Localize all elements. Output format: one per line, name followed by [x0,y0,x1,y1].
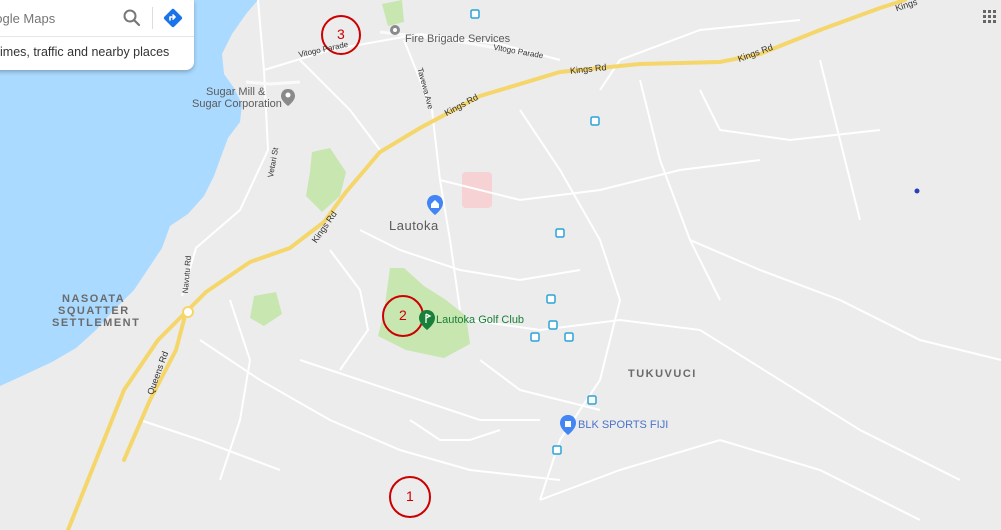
place-pin-icon[interactable] [390,25,400,35]
marker-3-number: 3 [337,26,345,42]
sugar-mill-label-1[interactable]: Sugar Mill & [206,86,265,98]
location-dot [914,188,920,194]
nasoata-label-2: SQUATTER [58,305,130,317]
bus-stop-icon[interactable] [548,320,558,330]
marker-1-number: 1 [406,488,414,504]
bus-stop-icon[interactable] [587,395,597,405]
nasoata-label-3: SETTLEMENT [52,317,141,329]
search-panel: imes, traffic and nearby places [0,0,194,70]
bus-stop-icon[interactable] [470,9,480,19]
lautoka-label[interactable]: Lautoka [389,218,439,233]
directions-icon[interactable] [162,7,184,29]
roundabout [182,306,194,318]
search-subtext[interactable]: imes, traffic and nearby places [0,45,169,59]
search-input[interactable] [0,8,108,28]
map-canvas[interactable] [0,0,1001,530]
blk-sports-label[interactable]: BLK SPORTS FIJI [578,419,668,431]
bus-stop-icon[interactable] [590,116,600,126]
bus-stop-icon[interactable] [530,332,540,342]
search-icon[interactable] [122,8,142,28]
sugar-mill-label-2[interactable]: Sugar Corporation [192,98,282,110]
tukuvuci-label: TUKUVUCI [628,368,697,380]
bus-stop-icon[interactable] [564,332,574,342]
golf-club-label[interactable]: Lautoka Golf Club [436,314,524,326]
apps-grid-icon[interactable] [983,10,997,24]
nasoata-label-1: NASOATA [62,293,126,305]
bus-stop-icon[interactable] [555,228,565,238]
marker-2-number: 2 [399,307,407,323]
search-divider [152,7,153,29]
bus-stop-icon[interactable] [552,445,562,455]
search-row [0,0,194,37]
bus-stop-icon[interactable] [546,294,556,304]
